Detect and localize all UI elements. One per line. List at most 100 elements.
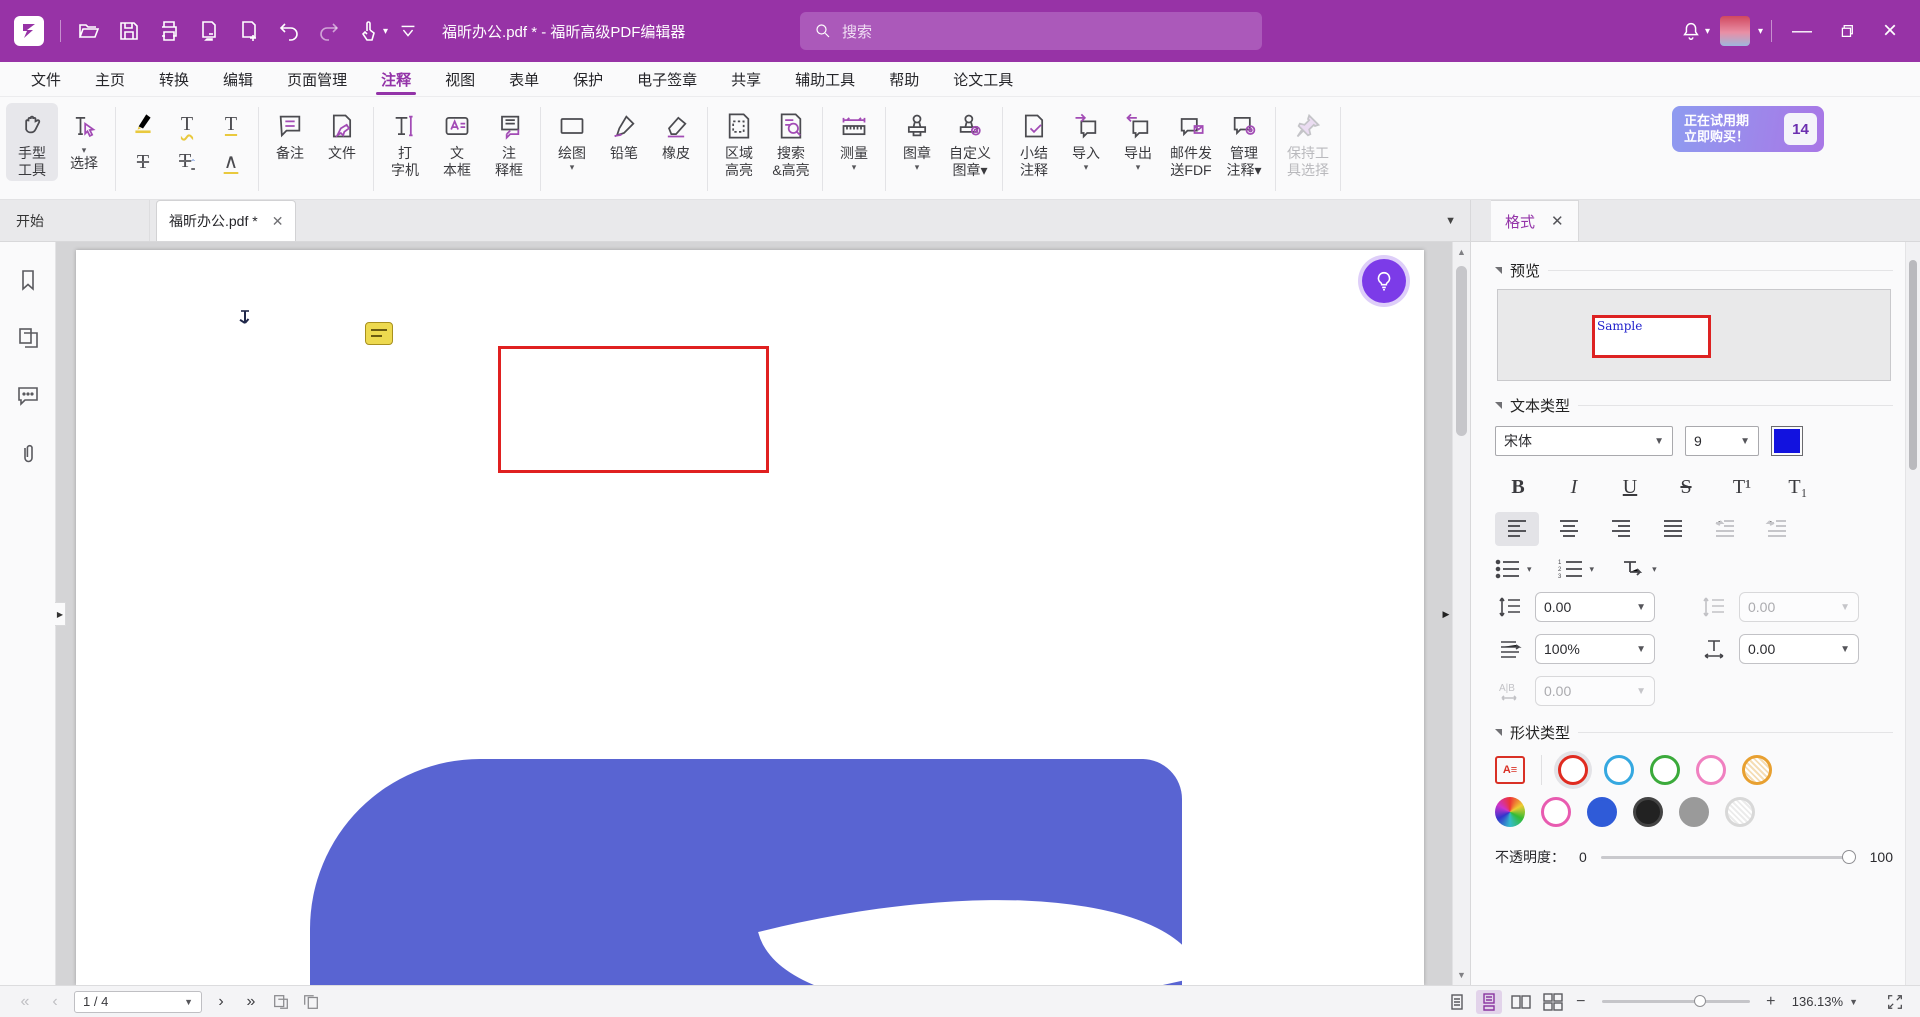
save-icon[interactable] (109, 14, 149, 48)
menu-form[interactable]: 表单 (492, 62, 556, 96)
foxit-logo-icon[interactable] (14, 16, 44, 46)
line-spacing-select[interactable]: 0.00▼ (1535, 592, 1655, 622)
indent-decrease-button[interactable] (1755, 512, 1799, 546)
italic-button[interactable]: I (1553, 470, 1595, 504)
export-comments-button[interactable]: 导出 ▾ (1112, 103, 1164, 174)
textbox-tool-button[interactable]: 文 本框 (431, 103, 483, 181)
callout-tool-button[interactable]: 注 释框 (483, 103, 535, 181)
font-size-select[interactable]: 9▼ (1685, 426, 1759, 456)
font-family-select[interactable]: 宋体▼ (1495, 426, 1673, 456)
manage-comments-button[interactable]: 管理 注释▾ (1218, 103, 1270, 181)
align-center-button[interactable] (1547, 512, 1591, 546)
font-color-swatch[interactable] (1771, 426, 1803, 456)
panel-scrollbar[interactable] (1905, 242, 1920, 985)
previous-page-button[interactable]: ‹ (40, 993, 70, 1011)
hand-tool-button[interactable]: 手型 工具 (6, 103, 58, 181)
typewriter-tool-button[interactable]: 打 字机 (379, 103, 431, 181)
menu-help[interactable]: 帮助 (872, 62, 936, 96)
notifications-caret-icon[interactable]: ▾ (1705, 26, 1710, 37)
document-scrollbar[interactable]: ▲ ▼ (1452, 242, 1470, 985)
format-panel-close-icon[interactable]: ✕ (1551, 212, 1564, 230)
superscript-button[interactable]: T¹ (1721, 470, 1763, 504)
first-page-button[interactable]: « (10, 993, 40, 1011)
document-area[interactable]: ▶ ▲ ▼ (56, 242, 1470, 985)
menu-accessibility[interactable]: 辅助工具 (778, 62, 872, 96)
menu-view[interactable]: 视图 (428, 62, 492, 96)
pdf-page[interactable] (76, 250, 1424, 985)
justify-button[interactable] (1651, 512, 1695, 546)
facing-continuous-view-button[interactable] (1540, 990, 1566, 1014)
summarize-comments-button[interactable]: 小结 注释 (1008, 103, 1060, 181)
open-file-icon[interactable] (69, 14, 109, 48)
numbered-list-button[interactable]: 123 ▾ (1558, 558, 1595, 580)
highlight-tool-button[interactable] (130, 109, 156, 140)
search-input[interactable]: 搜索 (800, 12, 1262, 50)
menu-home[interactable]: 主页 (78, 62, 142, 96)
right-panel-collapse-handle[interactable]: ▶ (1440, 602, 1452, 626)
horizontal-scale-select[interactable]: 100%▼ (1535, 634, 1655, 664)
zoom-slider-knob[interactable] (1694, 995, 1706, 1007)
shape-color-blue-filled[interactable] (1587, 797, 1617, 827)
align-right-button[interactable] (1599, 512, 1643, 546)
rectangle-annotation[interactable] (498, 346, 769, 473)
menu-thesis-tools[interactable]: 论文工具 (936, 62, 1030, 96)
shape-color-red[interactable] (1558, 755, 1588, 785)
print-icon[interactable] (149, 14, 189, 48)
replace-text-tool-button[interactable]: Tˆ (179, 150, 195, 175)
shape-color-white-hatched[interactable] (1725, 797, 1755, 827)
shape-color-green[interactable] (1650, 755, 1680, 785)
page-number-box[interactable]: 1 / 4 ▼ (74, 991, 202, 1013)
keep-tool-selected-button[interactable]: 保持工 具选择 (1281, 103, 1335, 181)
shape-color-magenta[interactable] (1541, 797, 1571, 827)
shape-type-section-header[interactable]: 形状类型 (1495, 722, 1893, 743)
text-type-section-header[interactable]: 文本类型 (1495, 395, 1893, 416)
document-tab[interactable]: 福昕办公.pdf * ✕ (156, 200, 296, 241)
add-page-icon[interactable] (229, 14, 269, 48)
continuous-view-button[interactable] (1476, 990, 1502, 1014)
underline-tool-button[interactable]: T (225, 113, 237, 135)
zoom-in-button[interactable]: + (1762, 993, 1780, 1011)
menu-comment[interactable]: 注释 (364, 62, 428, 96)
email-fdf-button[interactable]: 邮件发 送FDF (1164, 103, 1218, 181)
shape-color-gray-filled[interactable] (1679, 797, 1709, 827)
menu-share[interactable]: 共享 (714, 62, 778, 96)
facing-view-button[interactable] (1508, 990, 1534, 1014)
format-panel-tab[interactable]: 格式 ✕ (1491, 200, 1579, 241)
panel-scrollbar-thumb[interactable] (1909, 260, 1917, 470)
drawing-tool-button[interactable]: 绘图 ▾ (546, 103, 598, 174)
next-view-icon[interactable] (296, 993, 326, 1011)
subscript-button[interactable]: T₁ (1777, 470, 1819, 504)
bold-button[interactable]: B (1497, 470, 1539, 504)
scrollbar-thumb[interactable] (1456, 266, 1467, 436)
next-page-button[interactable]: › (206, 993, 236, 1011)
previous-view-icon[interactable] (266, 993, 296, 1011)
zoom-slider[interactable] (1602, 1000, 1750, 1003)
shape-textbox-style[interactable]: A≡ (1495, 756, 1525, 784)
fit-page-icon[interactable] (1880, 993, 1910, 1011)
custom-stamp-tool-button[interactable]: 自定义 图章▾ (943, 103, 997, 181)
char-spacing-select[interactable]: 0.00▼ (1739, 634, 1859, 664)
insert-text-tool-button[interactable]: ∧ (224, 151, 239, 173)
pencil-tool-button[interactable]: 铅笔 (598, 103, 650, 164)
account-caret-icon[interactable]: ▾ (1758, 26, 1763, 37)
align-left-button[interactable] (1495, 512, 1539, 546)
last-page-button[interactable]: » (236, 993, 266, 1011)
customize-toolbar-icon[interactable] (388, 14, 428, 48)
menu-file[interactable]: 文件 (14, 62, 78, 96)
attachments-paperclip-icon[interactable] (16, 442, 40, 466)
opacity-slider-knob[interactable] (1842, 850, 1856, 864)
file-attachment-tool-button[interactable]: 文件 (316, 103, 368, 164)
trial-buy-banner[interactable]: 正在试用期 立即购买！ 14 (1672, 106, 1824, 152)
comments-list-icon[interactable] (16, 384, 40, 408)
close-button[interactable]: × (1868, 11, 1912, 51)
eraser-tool-button[interactable]: 橡皮 (650, 103, 702, 164)
import-comments-button[interactable]: 导入 ▾ (1060, 103, 1112, 174)
minimize-button[interactable]: — (1780, 11, 1824, 51)
shape-color-black-filled[interactable] (1633, 797, 1663, 827)
bullet-list-button[interactable]: ▾ (1495, 558, 1532, 580)
menu-protect[interactable]: 保护 (556, 62, 620, 96)
strikethrough-button[interactable]: S (1665, 470, 1707, 504)
menu-convert[interactable]: 转换 (142, 62, 206, 96)
indent-increase-button[interactable] (1703, 512, 1747, 546)
undo-icon[interactable] (269, 14, 309, 48)
